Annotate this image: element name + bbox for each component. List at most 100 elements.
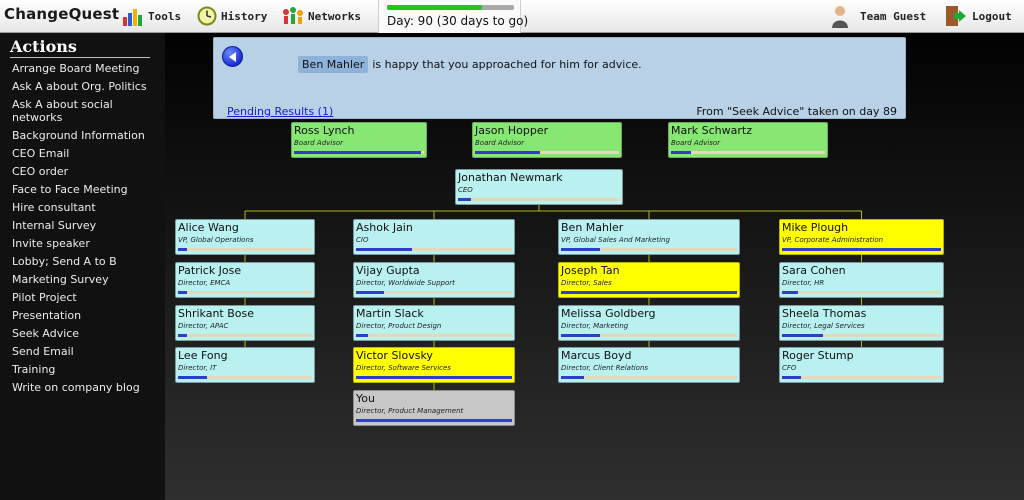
employee-name: Jason Hopper [475,124,549,137]
action-item[interactable]: Invite speaker [12,237,152,250]
action-item[interactable]: Seek Advice [12,327,152,340]
employee-name: Sara Cohen [782,264,846,277]
action-item[interactable]: Internal Survey [12,219,152,232]
employee-card[interactable]: You Director, Product Management [353,390,515,426]
employee-card[interactable]: Jonathan Newmark CEO [455,169,623,205]
employee-card[interactable]: Victor Slovsky Director, Software Service… [353,347,515,383]
networks-button[interactable]: Networks [282,4,361,28]
employee-name: Marcus Boyd [561,349,632,362]
day-progress-bar [387,5,514,10]
action-item[interactable]: Send Email [12,345,152,358]
employee-name: Mark Schwartz [671,124,752,137]
employee-title: Board Advisor [671,139,721,147]
support-progress-fill [561,291,737,294]
employee-title: Director, Client Relations [561,364,649,372]
employee-card[interactable]: Shrikant Bose Director, APAC [175,305,315,341]
app-logo: ChangeQuest [4,5,120,23]
action-item[interactable]: Marketing Survey [12,273,152,286]
employee-name: Ross Lynch [294,124,355,137]
employee-card[interactable]: Mark Schwartz Board Advisor [668,122,828,158]
action-item[interactable]: Write on company blog [12,381,152,394]
logout-button[interactable]: Logout [944,4,1012,28]
employee-card[interactable]: Martin Slack Director, Product Design [353,305,515,341]
action-item[interactable]: Background Information [12,129,152,142]
tools-button[interactable]: Tools [122,4,181,28]
networks-label: Networks [308,9,361,23]
top-bar: ChangeQuest Tools History Networks Day: … [0,0,1024,33]
employee-card[interactable]: Sara Cohen Director, HR [779,262,944,298]
employee-title: Director, Software Services [356,364,451,372]
support-progress-fill [356,291,385,294]
employee-title: CIO [356,236,369,244]
support-progress-bar [782,291,941,294]
team-guest-label: Team Guest [860,9,927,23]
employee-card[interactable]: Ashok Jain CIO [353,219,515,255]
tools-label: Tools [148,9,182,23]
employee-title: CEO [458,186,473,194]
employee-title: Board Advisor [294,139,344,147]
employee-card[interactable]: Patrick Jose Director, EMCA [175,262,315,298]
employee-card[interactable]: Alice Wang VP, Global Operations [175,219,315,255]
employee-title: Director, IT [178,364,217,372]
action-item[interactable]: Pilot Project [12,291,152,304]
employee-name: Mike Plough [782,221,849,234]
support-progress-fill [475,151,540,154]
support-progress-bar [178,334,312,337]
support-progress-fill [356,334,369,337]
employee-name: Ashok Jain [356,221,413,234]
employee-card[interactable]: Lee Fong Director, IT [175,347,315,383]
support-progress-fill [782,248,941,251]
employee-name: Sheela Thomas [782,307,867,320]
support-progress-bar [671,151,825,154]
employee-title: Director, Product Management [356,407,464,415]
support-progress-fill [561,376,584,379]
employee-title: Director, Marketing [561,322,629,330]
employee-title: Board Advisor [475,139,525,147]
support-progress-bar [356,291,512,294]
message-person-name[interactable]: Ben Mahler [298,56,369,73]
support-progress-fill [356,248,413,251]
employee-title: VP, Global Sales And Marketing [561,236,670,244]
support-progress-bar [178,376,312,379]
employee-card[interactable]: Marcus Boyd Director, Client Relations [558,347,740,383]
action-item[interactable]: Arrange Board Meeting [12,62,152,75]
employee-title: CFO [782,364,797,372]
support-progress-bar [561,334,737,337]
employee-card[interactable]: Ross Lynch Board Advisor [291,122,427,158]
action-item[interactable]: Ask A about social networks [12,98,152,124]
action-item[interactable]: Presentation [12,309,152,322]
day-progress-fill [387,5,483,10]
team-guest-button[interactable]: Team Guest [830,4,926,28]
action-item[interactable]: Ask A about Org. Politics [12,80,152,93]
action-item[interactable]: Lobby; Send A to B [12,255,152,268]
employee-name: You [356,392,375,405]
logout-door-icon [946,6,966,26]
employee-card[interactable]: Jason Hopper Board Advisor [472,122,622,158]
action-item[interactable]: Face to Face Meeting [12,183,152,196]
employee-title: Director, HR [782,279,825,287]
employee-name: Shrikant Bose [178,307,255,320]
day-status: Day: 90 (30 days to go) [378,0,528,33]
support-progress-fill [561,334,600,337]
support-progress-bar [782,334,941,337]
history-button[interactable]: History [197,4,267,28]
action-item[interactable]: CEO Email [12,147,152,160]
employee-title: Director, Sales [561,279,612,287]
day-text: Day: 90 (30 days to go) [387,14,529,28]
employee-name: Vijay Gupta [356,264,420,277]
employee-title: VP, Corporate Administration [782,236,884,244]
employee-title: Director, EMCA [178,279,231,287]
back-arrow-icon[interactable] [222,46,243,67]
employee-card[interactable]: Sheela Thomas Director, Legal Services [779,305,944,341]
employee-card[interactable]: Vijay Gupta Director, Worldwide Support [353,262,515,298]
employee-card[interactable]: Joseph Tan Director, Sales [558,262,740,298]
employee-name: Melissa Goldberg [561,307,656,320]
employee-card[interactable]: Mike Plough VP, Corporate Administration [779,219,944,255]
action-item[interactable]: CEO order [12,165,152,178]
action-item[interactable]: Hire consultant [12,201,152,214]
pending-results-link[interactable]: Pending Results (1) [227,105,333,118]
employee-card[interactable]: Ben Mahler VP, Global Sales And Marketing [558,219,740,255]
employee-card[interactable]: Roger Stump CFO [779,347,944,383]
employee-card[interactable]: Melissa Goldberg Director, Marketing [558,305,740,341]
action-item[interactable]: Training [12,363,152,376]
